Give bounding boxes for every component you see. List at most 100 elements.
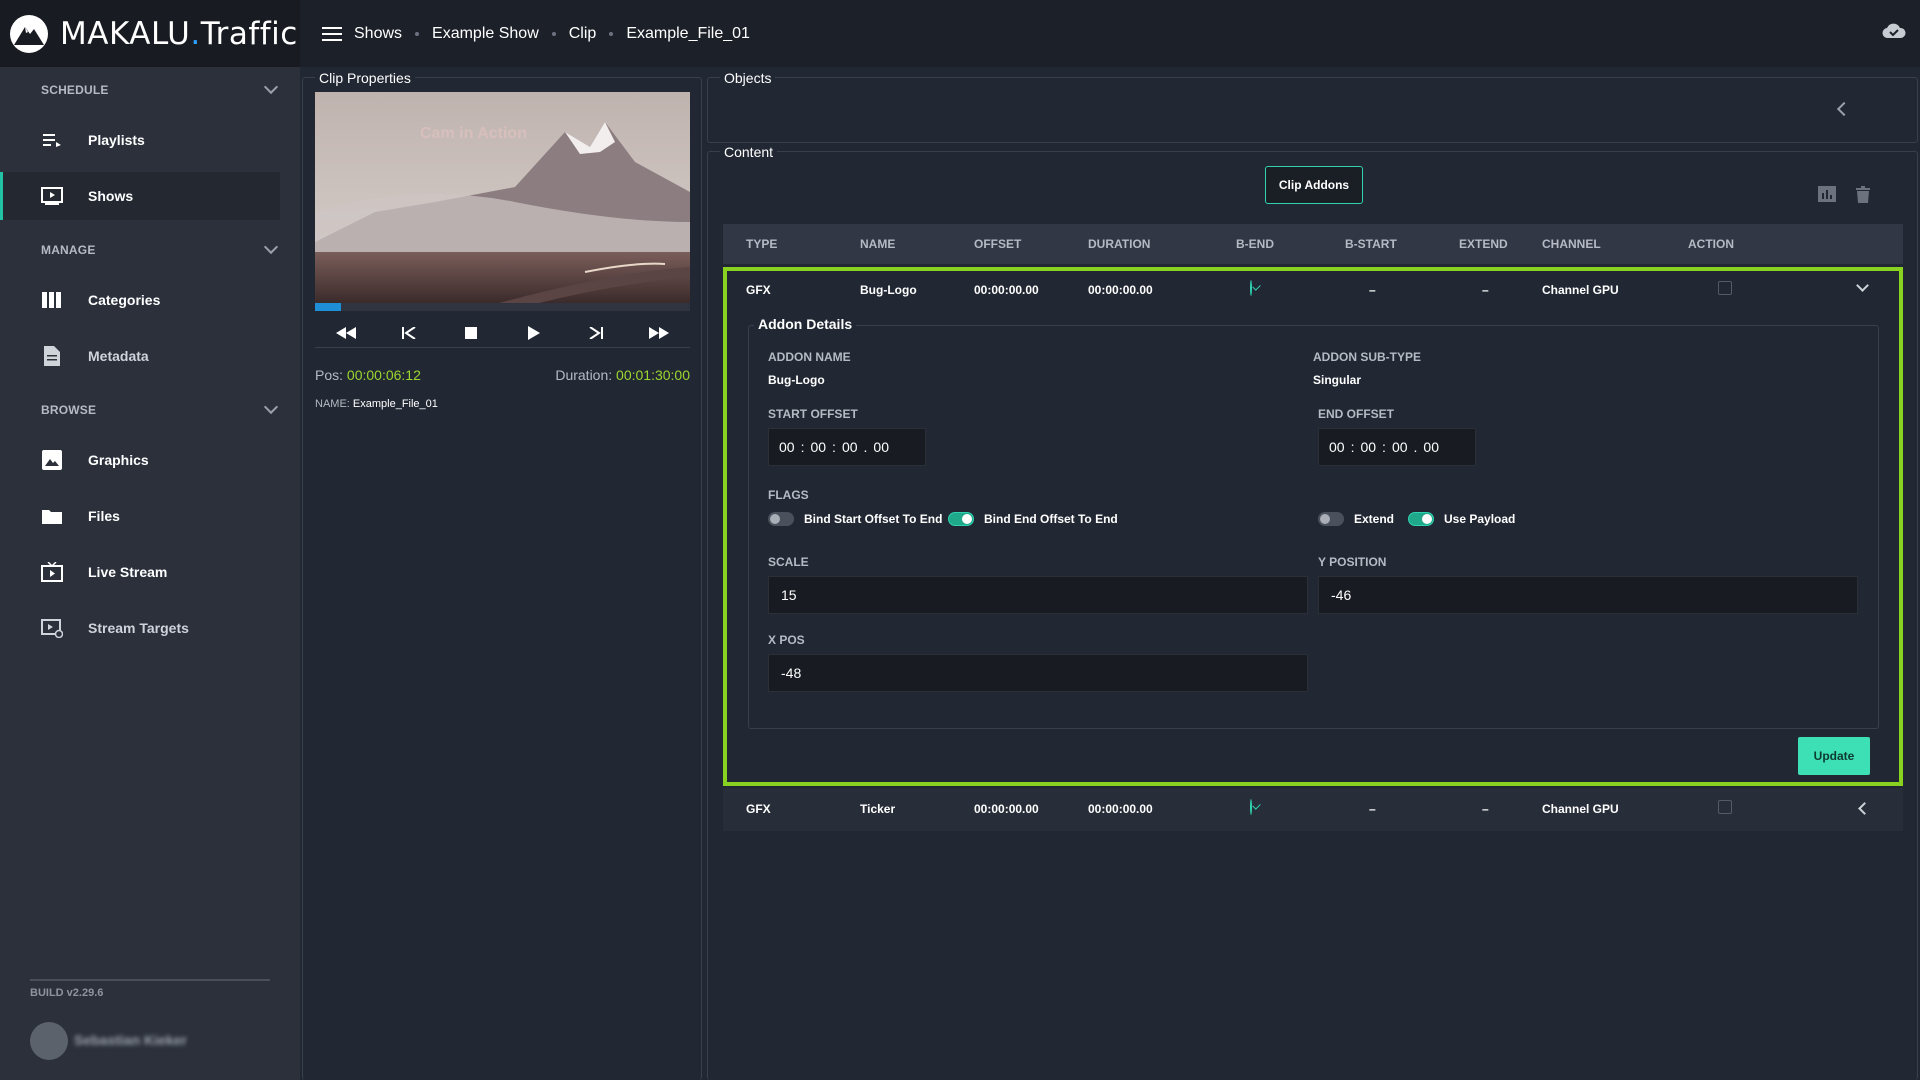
chart-icon[interactable]	[1818, 186, 1836, 207]
sidebar-item-metadata[interactable]: Metadata	[0, 332, 280, 380]
chevron-left-icon[interactable]	[1858, 802, 1871, 815]
breadcrumb-separator	[415, 31, 420, 36]
toggle-switch[interactable]	[768, 512, 794, 526]
image-icon	[41, 449, 63, 471]
row-extend: –	[1482, 802, 1489, 816]
sidebar-item-shows[interactable]: Shows	[0, 172, 280, 220]
breadcrumb-shows[interactable]: Shows	[354, 25, 402, 43]
chevron-down-icon[interactable]	[1856, 279, 1869, 292]
clip-name: NAME: Example_File_01	[315, 398, 438, 410]
breadcrumb-separator	[609, 31, 614, 36]
check-circle-icon	[1250, 799, 1252, 815]
video-preview[interactable]: Cam in Action	[315, 92, 690, 304]
y-position-label: Y POSITION	[1318, 555, 1387, 569]
sidebar-item-stream-targets[interactable]: Stream Targets	[0, 604, 280, 652]
column-header[interactable]: TYPE	[746, 237, 777, 251]
column-header[interactable]: CHANNEL	[1542, 237, 1601, 251]
row-checkbox[interactable]	[1718, 281, 1732, 295]
sidebar-item-playlists[interactable]: Playlists	[0, 116, 280, 164]
row-checkbox[interactable]	[1718, 800, 1732, 814]
update-button[interactable]: Update	[1798, 737, 1870, 775]
flag-use-payload[interactable]: Use Payload	[1408, 512, 1515, 526]
column-header[interactable]: ACTION	[1688, 237, 1734, 251]
sidebar-item-files[interactable]: Files	[0, 492, 280, 540]
folder-icon	[41, 505, 63, 527]
addon-name-value: Bug-Logo	[768, 373, 825, 387]
sidebar-item-label: Categories	[88, 292, 161, 308]
user-name[interactable]: Sebastian Kieker	[74, 1032, 187, 1048]
breadcrumb-clip[interactable]: Clip	[569, 25, 597, 43]
section-browse[interactable]: BROWSE	[0, 390, 300, 430]
sidebar-item-live-stream[interactable]: Live Stream	[0, 548, 280, 596]
live-stream-icon	[41, 561, 63, 583]
position-readout: Pos: 00:00:06:12	[315, 367, 421, 383]
sidebar-item-label: Metadata	[88, 348, 149, 364]
sidebar-item-label: Live Stream	[88, 564, 168, 580]
addon-subtype-value: Singular	[1313, 373, 1362, 387]
row-channel: Channel GPU	[1542, 802, 1619, 816]
sidebar-item-graphics[interactable]: Graphics	[0, 436, 280, 484]
section-schedule[interactable]: SCHEDULE	[0, 70, 300, 110]
stop-button[interactable]	[457, 321, 485, 345]
chevron-down-icon	[263, 239, 279, 255]
document-icon	[41, 345, 63, 367]
duration-readout: Duration: 00:01:30:00	[555, 367, 690, 383]
column-header[interactable]: EXTEND	[1459, 237, 1508, 251]
skip-back-button[interactable]	[395, 321, 423, 345]
content-panel: Content Clip Addons TYPE NAME OFFSET DUR…	[707, 144, 1918, 1080]
table-row[interactable]: GFX Ticker 00:00:00.00 00:00:00.00 – – C…	[723, 788, 1903, 831]
cloud-icon[interactable]	[1882, 22, 1906, 45]
end-offset-input[interactable]: 00:00:00. 00	[1318, 428, 1476, 466]
progress-fill	[315, 303, 342, 311]
skip-forward-button[interactable]	[582, 321, 610, 345]
breadcrumb-file: Example_File_01	[626, 24, 750, 42]
addon-details-title: Addon Details	[754, 316, 857, 332]
column-header[interactable]: OFFSET	[974, 237, 1021, 251]
toggle-switch[interactable]	[1408, 512, 1434, 526]
table-row[interactable]: GFX Bug-Logo 00:00:00.00 00:00:00.00 – –…	[723, 270, 1903, 310]
toggle-switch[interactable]	[948, 512, 974, 526]
objects-panel: Objects	[707, 70, 1918, 143]
column-header[interactable]: B-START	[1345, 237, 1397, 251]
sidebar-item-categories[interactable]: Categories	[0, 276, 280, 324]
toggle-switch[interactable]	[1318, 512, 1344, 526]
row-name: Ticker	[860, 802, 896, 816]
playlist-icon	[41, 129, 63, 151]
hamburger-menu-icon[interactable]	[322, 26, 342, 41]
flag-bind-end-offset[interactable]: Bind End Offset To End	[948, 512, 1118, 526]
top-bar: Shows Example Show Clip Example_File_01	[300, 0, 1920, 67]
panel-title: Clip Properties	[315, 70, 415, 86]
position-duration: Pos: 00:00:06:12 Duration: 00:01:30:00	[315, 367, 690, 383]
row-type: GFX	[746, 802, 771, 816]
shows-icon	[41, 185, 63, 207]
check-circle-icon	[1250, 280, 1252, 296]
column-header[interactable]: DURATION	[1088, 237, 1150, 251]
row-offset: 00:00:00.00	[974, 283, 1039, 297]
playback-progress[interactable]	[315, 303, 690, 311]
column-header[interactable]: NAME	[860, 237, 895, 251]
column-header[interactable]: B-END	[1236, 237, 1274, 251]
x-pos-input[interactable]: -48	[768, 654, 1308, 692]
breadcrumb-show[interactable]: Example Show	[432, 25, 539, 43]
trash-icon[interactable]	[1856, 186, 1870, 208]
fast-forward-button[interactable]	[645, 321, 673, 345]
y-position-input[interactable]: -46	[1318, 576, 1858, 614]
flag-bind-start-offset[interactable]: Bind Start Offset To End	[768, 512, 942, 526]
avatar[interactable]	[30, 1022, 68, 1060]
end-offset-label: END OFFSET	[1318, 407, 1395, 421]
sidebar-item-label: Files	[88, 508, 120, 524]
row-offset: 00:00:00.00	[974, 802, 1039, 816]
row-name: Bug-Logo	[860, 283, 917, 297]
chevron-left-icon[interactable]	[1836, 101, 1852, 117]
clip-properties-panel: Clip Properties Cam in Action Pos: 00:00…	[302, 70, 702, 1080]
start-offset-input[interactable]: 00:00:00. 00	[768, 428, 926, 466]
section-manage[interactable]: MANAGE	[0, 230, 300, 270]
flag-extend[interactable]: Extend	[1318, 512, 1394, 526]
app-logo[interactable]: MAKALU.Traffic	[0, 0, 300, 67]
section-label: SCHEDULE	[41, 83, 109, 97]
row-channel: Channel GPU	[1542, 283, 1619, 297]
scale-input[interactable]: 15	[768, 576, 1308, 614]
rewind-button[interactable]	[332, 321, 360, 345]
play-button[interactable]	[520, 321, 548, 345]
clip-addons-button[interactable]: Clip Addons	[1265, 166, 1363, 204]
